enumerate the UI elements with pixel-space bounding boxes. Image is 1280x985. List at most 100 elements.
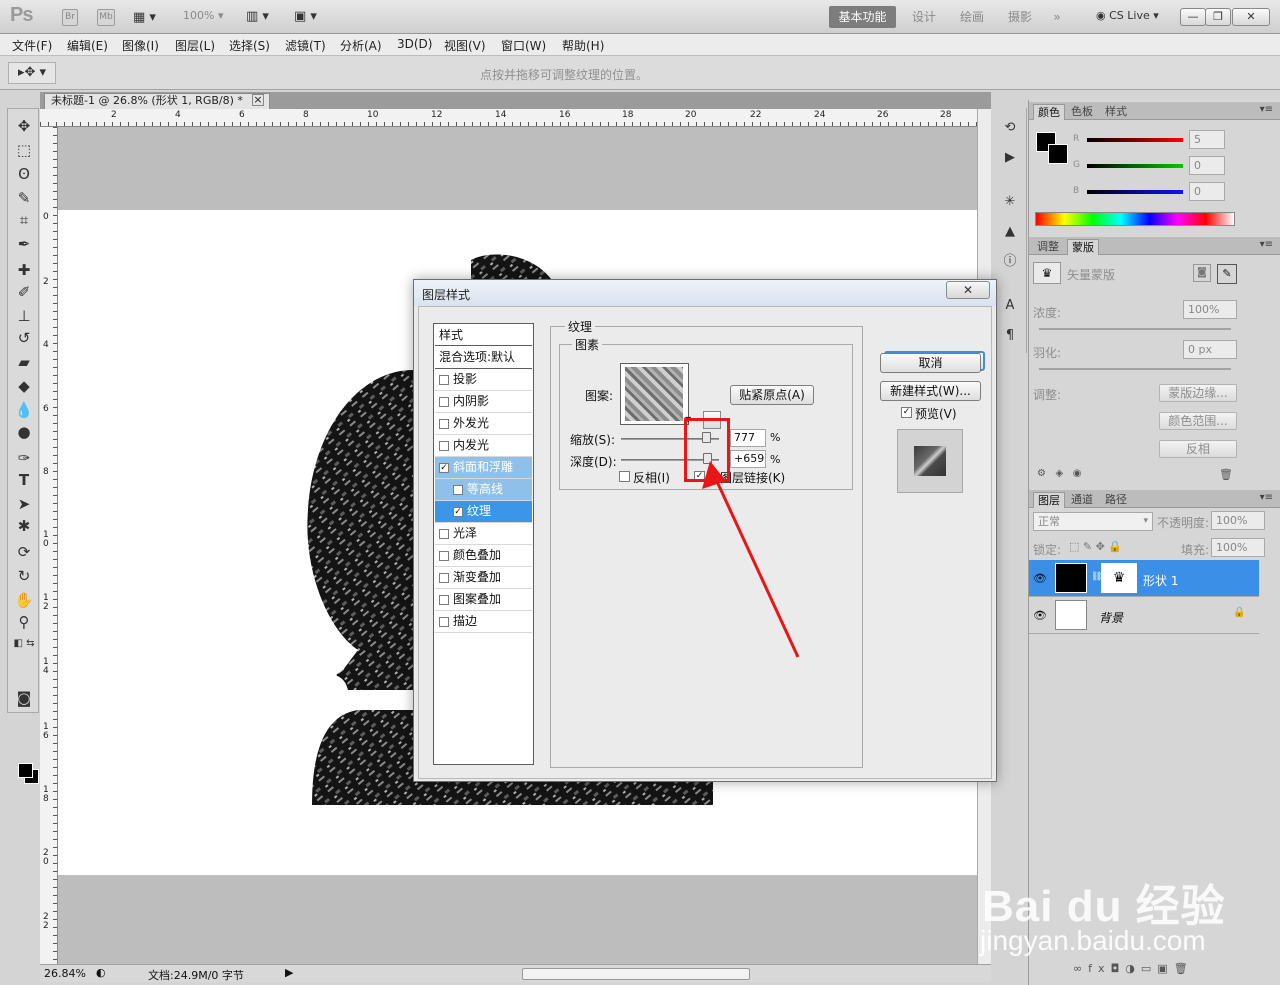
- green-value[interactable]: 0: [1189, 156, 1225, 175]
- status-menu-arrow-icon[interactable]: ▶: [285, 966, 293, 979]
- layer-row-shape[interactable]: 👁 ⛓ ♛ 形状 1: [1029, 560, 1259, 597]
- style-list-item[interactable]: 混合选项:默认: [435, 347, 532, 369]
- vector-mask-thumbnail-icon[interactable]: ♛: [1033, 262, 1061, 284]
- close-app-button[interactable]: ✕: [1232, 8, 1270, 26]
- style-list-item[interactable]: ✓ 纹理: [435, 501, 532, 523]
- pen-tool-icon[interactable]: ✑: [11, 447, 37, 469]
- workspace-essentials[interactable]: 基本功能: [829, 6, 896, 28]
- style-checkbox[interactable]: [439, 419, 449, 429]
- eyedropper-tool-icon[interactable]: ✒: [11, 233, 37, 255]
- invert-checkbox[interactable]: [619, 471, 630, 482]
- style-list-item[interactable]: 等高线: [435, 479, 532, 501]
- dialog-close-button[interactable]: ✕: [946, 281, 990, 299]
- tab-color[interactable]: 颜色: [1033, 104, 1065, 120]
- workspace-photography[interactable]: 摄影: [1001, 6, 1039, 28]
- lock-icons[interactable]: ⬚ ✎ ✥ 🔒: [1069, 540, 1122, 553]
- paragraph-panel-icon[interactable]: ¶: [1000, 326, 1020, 346]
- tab-masks[interactable]: 蒙版: [1067, 239, 1099, 255]
- link-layers-icon[interactable]: ∞: [1073, 962, 1088, 975]
- quick-mask-icon[interactable]: ◙: [11, 687, 37, 709]
- panel-menu-icon[interactable]: ▾≡: [1260, 239, 1273, 250]
- workspace-design[interactable]: 设计: [905, 6, 943, 28]
- add-vector-mask-icon[interactable]: ✎: [1217, 264, 1237, 284]
- style-checkbox[interactable]: [453, 485, 463, 495]
- style-list-item[interactable]: 内发光: [435, 435, 532, 457]
- style-list-item[interactable]: 投影: [435, 369, 532, 391]
- style-list-item[interactable]: 光泽: [435, 523, 532, 545]
- tab-styles[interactable]: 样式: [1101, 104, 1131, 120]
- menu-file[interactable]: 文件(F): [12, 37, 52, 54]
- cancel-button[interactable]: 取消: [880, 353, 981, 373]
- opacity-field[interactable]: 100%: [1211, 511, 1265, 530]
- visibility-eye-icon[interactable]: 👁: [1033, 609, 1047, 622]
- fill-field[interactable]: 100%: [1211, 538, 1265, 557]
- blend-mode-select[interactable]: 正常 ▾: [1033, 512, 1153, 531]
- style-checkbox[interactable]: [439, 375, 449, 385]
- mask-edge-button[interactable]: 蒙版边缘...: [1159, 384, 1237, 402]
- screen-mode-icon[interactable]: ▣ ▾: [294, 9, 317, 24]
- style-list-item[interactable]: 内阴影: [435, 391, 532, 413]
- view-extras-icon[interactable]: ▦ ▾: [133, 10, 156, 25]
- marquee-tool-icon[interactable]: ⬚: [11, 139, 37, 161]
- foreground-background-swatch[interactable]: [18, 763, 40, 785]
- menu-window[interactable]: 窗口(W): [501, 37, 546, 54]
- group-icon[interactable]: ▭: [1141, 962, 1157, 975]
- style-list-item[interactable]: 样式: [435, 325, 532, 346]
- navigator-panel-icon[interactable]: ✳: [1000, 192, 1020, 212]
- layers-footer-icons[interactable]: ∞fx◘◑▭▣🗑: [1073, 962, 1194, 975]
- paint-bucket-icon[interactable]: ◆: [11, 375, 37, 397]
- dodge-tool-icon[interactable]: ●: [11, 421, 37, 443]
- info-panel-icon[interactable]: ⓘ: [1000, 252, 1020, 272]
- minimize-button[interactable]: —: [1180, 8, 1206, 26]
- style-checkbox[interactable]: [439, 441, 449, 451]
- hand-tool-icon[interactable]: ✋: [11, 589, 37, 611]
- tab-swatches[interactable]: 色板: [1067, 104, 1097, 120]
- minibridge-icon[interactable]: Mb: [97, 9, 115, 26]
- delete-layer-icon[interactable]: 🗑: [1174, 962, 1194, 975]
- tab-adjustments[interactable]: 调整: [1033, 239, 1063, 255]
- arrange-documents-icon[interactable]: ▥ ▾: [246, 9, 269, 24]
- tool-preset-picker[interactable]: ▸✥ ▾: [8, 62, 56, 84]
- menu-view[interactable]: 视图(V): [444, 37, 486, 54]
- red-slider[interactable]: [1087, 138, 1183, 142]
- blur-tool-icon[interactable]: 💧: [11, 399, 37, 421]
- shape-tool-icon[interactable]: ✱: [11, 515, 37, 537]
- style-checkbox[interactable]: [439, 617, 449, 627]
- background-color-swatch[interactable]: [1048, 144, 1068, 164]
- new-layer-icon[interactable]: ▣: [1157, 962, 1173, 975]
- history-brush-icon[interactable]: ↺: [11, 327, 37, 349]
- menu-help[interactable]: 帮助(H): [562, 37, 604, 54]
- quick-select-tool-icon[interactable]: ✎: [11, 187, 37, 209]
- scale-field[interactable]: 777: [730, 429, 766, 447]
- tab-paths[interactable]: 路径: [1101, 492, 1131, 508]
- style-checkbox[interactable]: [439, 397, 449, 407]
- snap-to-origin-button[interactable]: 贴紧原点(A): [730, 385, 814, 405]
- workspace-painting[interactable]: 绘画: [953, 6, 991, 28]
- color-spectrum-ramp[interactable]: [1035, 212, 1235, 226]
- healing-brush-icon[interactable]: ✚: [11, 259, 37, 281]
- style-checkbox[interactable]: [439, 573, 449, 583]
- restore-button[interactable]: ❐: [1205, 8, 1231, 26]
- red-value[interactable]: 5: [1189, 130, 1225, 149]
- delete-mask-icon[interactable]: 🗑: [1219, 468, 1233, 481]
- default-colors-icon[interactable]: ◧ ⇆: [11, 633, 37, 655]
- path-select-icon[interactable]: ➤: [11, 493, 37, 515]
- menu-filter[interactable]: 滤镜(T): [285, 37, 326, 54]
- feather-slider[interactable]: [1039, 368, 1231, 370]
- invert-mask-button[interactable]: 反相: [1159, 440, 1237, 458]
- blue-value[interactable]: 0: [1189, 182, 1225, 201]
- histogram-panel-icon[interactable]: ▲: [1000, 222, 1020, 242]
- document-tab[interactable]: 未标题-1 @ 26.8% (形状 1, RGB/8) * ×: [44, 93, 270, 109]
- add-mask-icon[interactable]: ◘: [1111, 962, 1126, 975]
- mask-footer-icons[interactable]: ⚙ ◈ ◉: [1037, 468, 1081, 479]
- bridge-icon[interactable]: Br: [62, 9, 78, 26]
- style-checkbox[interactable]: [439, 529, 449, 539]
- menu-analysis[interactable]: 分析(A): [340, 37, 382, 54]
- preview-checkbox[interactable]: ✓: [901, 407, 912, 418]
- pattern-picker[interactable]: [620, 363, 689, 425]
- zoom-level[interactable]: 26.84%: [44, 967, 86, 980]
- density-field[interactable]: 100%: [1183, 300, 1237, 319]
- clone-stamp-icon[interactable]: ⊥: [11, 305, 37, 327]
- visibility-eye-icon[interactable]: 👁: [1033, 572, 1047, 585]
- density-slider[interactable]: [1039, 328, 1231, 330]
